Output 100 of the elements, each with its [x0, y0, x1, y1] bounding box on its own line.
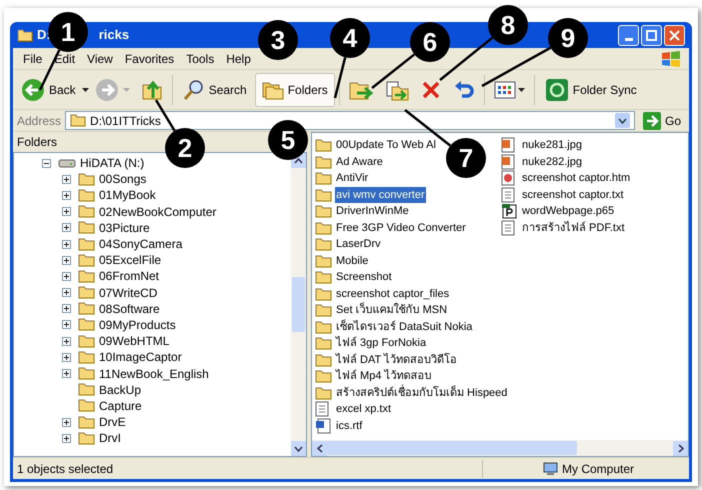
tree-item[interactable]: 10ImageCaptor: [99, 348, 182, 366]
explorer-item[interactable]: avi wmv converter: [335, 186, 426, 203]
image-file-icon: [501, 137, 515, 154]
explorer-item[interactable]: Screenshot: [335, 269, 393, 286]
undo-icon[interactable]: [452, 80, 475, 100]
explorer-item[interactable]: Ad Aware: [335, 154, 384, 170]
maximize-button[interactable]: [641, 24, 662, 46]
explorer-item[interactable]: สร้างสคริปต์เชื่อมกับโมเด็ม Hispeed: [335, 384, 508, 401]
menu-item[interactable]: Tools: [180, 50, 220, 68]
tree-item[interactable]: 00Songs: [99, 170, 146, 188]
explorer-item[interactable]: เซ็ตไดรเวอร์ DataSuit Nokia: [335, 318, 474, 335]
explorer-item[interactable]: screenshot captor.txt: [521, 186, 624, 203]
folder-icon: [78, 432, 95, 445]
explorer-item[interactable]: ไฟล์ Mp4 ไว้ทดสอบ: [335, 368, 433, 384]
explorer-item[interactable]: ics.rtf: [335, 418, 364, 434]
tree-item[interactable]: DrvI: [99, 429, 121, 448]
expand-icon[interactable]: [62, 320, 71, 330]
tree-item[interactable]: 09MyProducts: [99, 316, 176, 334]
expand-icon[interactable]: [62, 352, 71, 362]
folder-icon: [315, 336, 332, 350]
chevron-up-icon: [294, 158, 303, 164]
menu-item[interactable]: View: [81, 50, 119, 68]
callout-number: 6: [410, 22, 450, 62]
tree-item[interactable]: Capture: [99, 396, 142, 415]
explorer-item[interactable]: screenshot captor.htm: [521, 170, 632, 186]
publisher-file-icon: [501, 203, 517, 220]
explorer-item[interactable]: wordWebpage.p65: [521, 203, 616, 220]
delete-icon[interactable]: [420, 80, 441, 100]
tree-item[interactable]: 03Picture: [99, 218, 150, 237]
callout-number: 7: [446, 138, 486, 178]
folder-icon: [78, 188, 95, 202]
tree-item[interactable]: BackUp: [99, 380, 142, 399]
caret-icon[interactable]: [82, 88, 89, 92]
expand-icon[interactable]: [62, 418, 71, 427]
explorer-item[interactable]: Mobile: [335, 252, 370, 269]
back-button[interactable]: Back: [17, 72, 80, 106]
explorer-item[interactable]: AntiVir: [335, 170, 370, 186]
explorer-item[interactable]: 00Update To Web Al: [335, 137, 437, 154]
leader-line: [439, 36, 494, 81]
callout-number: 8: [488, 5, 528, 45]
explorer-item[interactable]: nuke282.jpg: [521, 154, 583, 170]
folder-up-icon[interactable]: [140, 78, 163, 100]
tree-item[interactable]: DrvE: [99, 413, 126, 432]
folders-button[interactable]: Folders: [254, 72, 335, 106]
expand-icon[interactable]: [62, 223, 71, 232]
leader-line: [334, 57, 346, 98]
caret-icon[interactable]: [518, 88, 525, 92]
tree-item[interactable]: 01MyBook: [99, 186, 156, 204]
explorer-item[interactable]: excel xp.txt: [335, 401, 392, 418]
explorer-item[interactable]: DriverInWinMe: [335, 203, 410, 220]
search-button[interactable]: Search: [176, 72, 253, 106]
expand-icon[interactable]: [62, 272, 71, 281]
tree-item[interactable]: 02NewBookComputer: [99, 202, 216, 221]
computer-icon: [543, 462, 558, 476]
menu-item[interactable]: Help: [220, 50, 257, 68]
expand-icon[interactable]: [62, 304, 71, 314]
explorer-item[interactable]: การสร้างไฟล์ PDF.txt: [521, 220, 626, 236]
tree-item[interactable]: 06FromNet: [99, 267, 160, 286]
expand-icon[interactable]: [62, 256, 71, 265]
menu-item[interactable]: File: [17, 50, 48, 68]
close-button[interactable]: [664, 24, 685, 46]
copy-to-folder-icon[interactable]: [384, 78, 409, 100]
scrollbar-thumb[interactable]: [292, 277, 305, 332]
tree-item[interactable]: 11NewBook_English: [99, 364, 209, 383]
explorer-item[interactable]: Free 3GP Video Converter: [335, 220, 467, 236]
expand-icon[interactable]: [62, 434, 71, 443]
explorer-item[interactable]: screenshot captor_files: [335, 286, 450, 302]
minimize-button[interactable]: [618, 24, 639, 46]
explorer-item[interactable]: ไฟล์ DAT ไว้ทดสอบวิดีโอ: [335, 352, 458, 368]
tree-item[interactable]: 07WriteCD: [99, 284, 158, 302]
dropdown-button[interactable]: [614, 113, 630, 128]
tree-item[interactable]: 04SonyCamera: [99, 235, 182, 254]
folder-icon: [315, 386, 332, 400]
go-button[interactable]: Go: [638, 112, 685, 130]
folder-icon: [315, 138, 332, 152]
expand-icon[interactable]: [62, 369, 71, 378]
tree-item[interactable]: 05ExcelFile: [99, 251, 162, 270]
expand-icon[interactable]: [62, 336, 71, 346]
address-field[interactable]: D:\01ITTricks: [65, 111, 635, 130]
expand-icon[interactable]: [62, 207, 71, 216]
expand-icon[interactable]: [62, 174, 71, 184]
horizontal-scrollbar[interactable]: [312, 440, 688, 456]
tree-item[interactable]: HiDATA (N:): [80, 154, 144, 172]
tree-item[interactable]: 08Software: [99, 300, 160, 318]
expand-icon[interactable]: [62, 240, 71, 249]
views-grid-icon[interactable]: [494, 80, 516, 98]
collapse-icon[interactable]: [42, 158, 51, 168]
scrollbar-thumb[interactable]: [327, 441, 577, 455]
sync-button[interactable]: Folder Sync: [538, 72, 643, 106]
expand-icon[interactable]: [62, 288, 71, 298]
explorer-item[interactable]: nuke281.jpg: [521, 137, 583, 154]
folder-icon: [17, 28, 33, 42]
explorer-item[interactable]: ไฟล์ 3gp ForNokia: [335, 335, 428, 352]
expand-icon[interactable]: [62, 190, 71, 200]
explorer-item[interactable]: Set เว็บแคมใช้กับ MSN: [335, 302, 448, 318]
folder-icon: [315, 352, 332, 367]
tree-item[interactable]: 09WebHTML: [99, 332, 170, 350]
menu-item[interactable]: Favorites: [118, 50, 180, 68]
explorer-item[interactable]: LaserDrv: [335, 236, 382, 252]
vertical-scrollbar[interactable]: [291, 153, 306, 456]
